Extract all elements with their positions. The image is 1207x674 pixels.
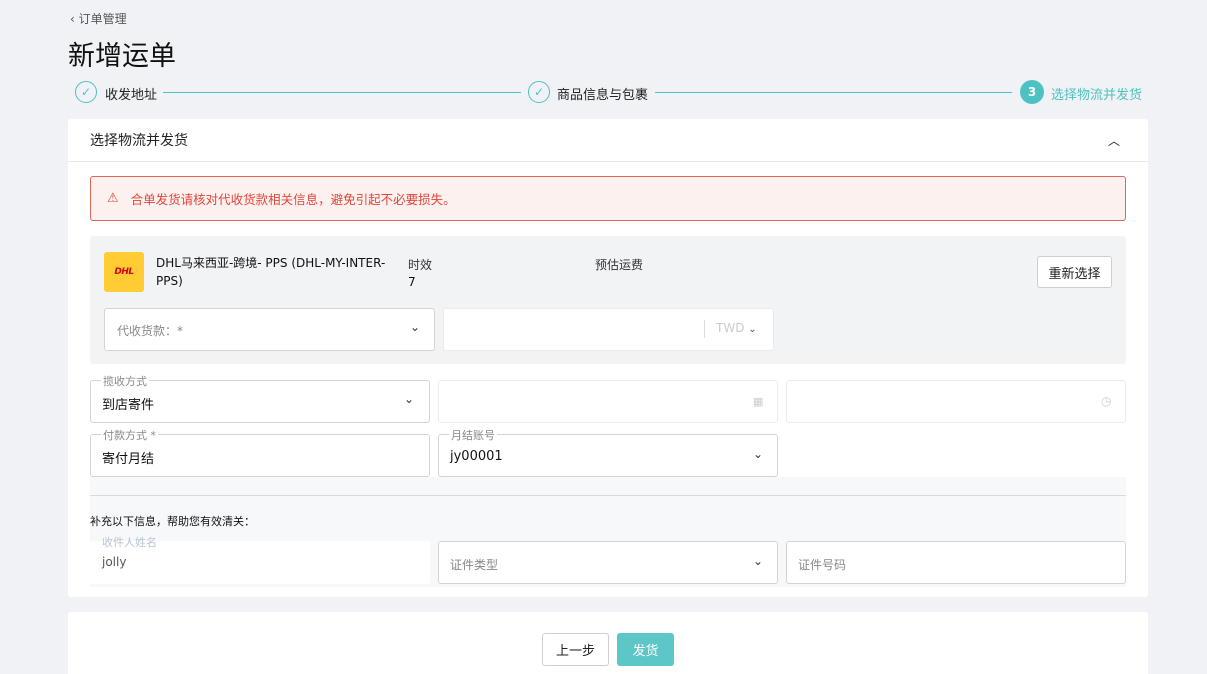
ship-button[interactable]: 发货 (617, 633, 674, 666)
step-3-label: 选择物流并发货 (1051, 88, 1143, 103)
chevron-down-icon: ⌄ (404, 392, 415, 406)
step-1-label: 收发地址 (105, 88, 158, 103)
chevron-down-icon: ⌄ (410, 320, 421, 334)
payment-method-label: 付款方式 * (101, 427, 158, 443)
dhl-logo: DHL (104, 252, 144, 292)
fee-label: 预估运费 (595, 258, 644, 272)
chevron-down-icon: ⌄ (753, 447, 764, 461)
check-circle-icon: ✓ (75, 81, 97, 103)
time-picker[interactable] (786, 380, 1126, 423)
step-3-number: 3 (1020, 80, 1044, 104)
transit-value: 7 (408, 275, 416, 289)
currency-label: TWD (716, 321, 745, 335)
alert-text: 合单发货请核对代收货款相关信息，避免引起不必要损失。 (130, 192, 456, 207)
customs-divider (90, 495, 1126, 496)
previous-step-button[interactable]: 上一步 (542, 633, 609, 666)
pickup-method-value: 到店寄件 (102, 398, 155, 413)
carrier-name: DHL马来西亚-跨境- PPS (DHL-MY-INTER-PPS) (156, 256, 386, 288)
pickup-method-label: 揽收方式 (101, 373, 149, 389)
currency-select[interactable]: TWD ⌄ (716, 321, 757, 335)
clock-icon: ◷ (1101, 394, 1112, 408)
customs-heading: 补充以下信息，帮助您有效清关： (90, 515, 255, 528)
currency-separator (704, 320, 705, 338)
recipient-name-value: jolly (102, 555, 127, 569)
transit-label: 时效 (408, 258, 433, 272)
step-connector (655, 92, 1012, 93)
chevron-up-icon[interactable]: ︿ (1108, 132, 1120, 149)
step-2-label: 商品信息与包裹 (557, 88, 649, 103)
date-picker[interactable] (438, 380, 778, 423)
check-circle-icon: ✓ (528, 81, 550, 103)
id-number-placeholder: 证件号码 (798, 558, 847, 572)
page-title: 新增运单 (68, 41, 176, 72)
calendar-icon: ▦ (753, 395, 764, 408)
section-title: 选择物流并发货 (90, 133, 188, 149)
payment-method-value: 寄付月结 (102, 452, 155, 467)
back-link[interactable]: ‹ 订单管理 (70, 10, 127, 27)
cod-placeholder: 代收货款：* (117, 324, 184, 338)
monthly-account-label: 月结账号 (449, 427, 497, 443)
reselect-button[interactable]: 重新选择 (1037, 256, 1112, 288)
chevron-left-icon: ‹ (70, 12, 75, 26)
warning-icon: ⚠ (107, 191, 119, 206)
recipient-name-label: 收件人姓名 (102, 536, 157, 549)
chevron-down-icon: ⌄ (753, 554, 764, 568)
back-link-label: 订单管理 (78, 12, 127, 26)
monthly-account-value: jy00001 (450, 449, 503, 464)
cod-alert: ⚠ 合单发货请核对代收货款相关信息，避免引起不必要损失。 (90, 176, 1126, 221)
step-connector (163, 92, 521, 93)
id-type-placeholder: 证件类型 (450, 558, 499, 572)
section-divider (68, 161, 1148, 162)
chevron-down-icon: ⌄ (748, 324, 757, 335)
